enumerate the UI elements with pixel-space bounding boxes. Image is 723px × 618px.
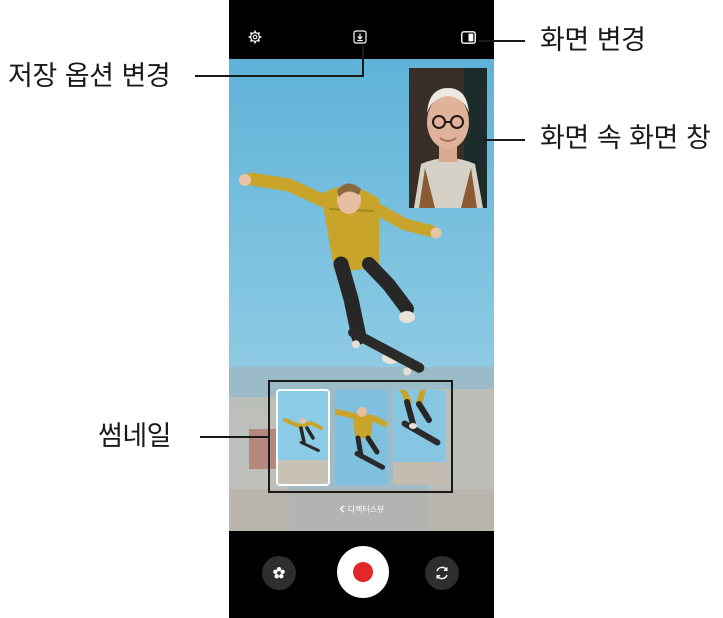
- callout-leader-line: [200, 436, 268, 438]
- callout-leader-line: [484, 139, 525, 141]
- download-icon: [353, 30, 367, 44]
- save-options-button[interactable]: [351, 28, 369, 46]
- split-screen-icon: [460, 30, 476, 44]
- camera-screen: 디렉터스뷰: [229, 0, 494, 618]
- callout-picture-in-picture: 화면 속 화면 창: [540, 123, 711, 154]
- callout-leader-line: [478, 40, 525, 42]
- callout-save-options: 저장 옵션 변경: [8, 61, 171, 92]
- directors-view-label[interactable]: 디렉터스뷰: [229, 502, 494, 516]
- callout-leader-line: [195, 75, 364, 77]
- flower-effects-icon: [273, 567, 285, 579]
- callout-thumbnail: 썸네일: [98, 421, 172, 452]
- effects-button[interactable]: [262, 556, 296, 590]
- settings-button[interactable]: [246, 28, 264, 46]
- callout-change-screen: 화면 변경: [540, 25, 646, 56]
- rotate-camera-icon: [436, 566, 448, 580]
- thumbnail-highlight-box: [268, 380, 453, 493]
- callout-leader-line: [362, 45, 364, 77]
- switch-camera-button[interactable]: [425, 556, 459, 590]
- bottom-controls: [229, 531, 494, 618]
- record-button[interactable]: [337, 546, 389, 598]
- mode-label-text: 디렉터스뷰: [347, 504, 385, 514]
- gear-icon: [248, 30, 262, 44]
- record-dot-icon: [353, 562, 373, 582]
- chevron-left-icon: [339, 505, 344, 513]
- change-screen-button[interactable]: [459, 28, 477, 46]
- picture-in-picture-window[interactable]: [409, 68, 487, 208]
- selfie-portrait: [409, 68, 487, 208]
